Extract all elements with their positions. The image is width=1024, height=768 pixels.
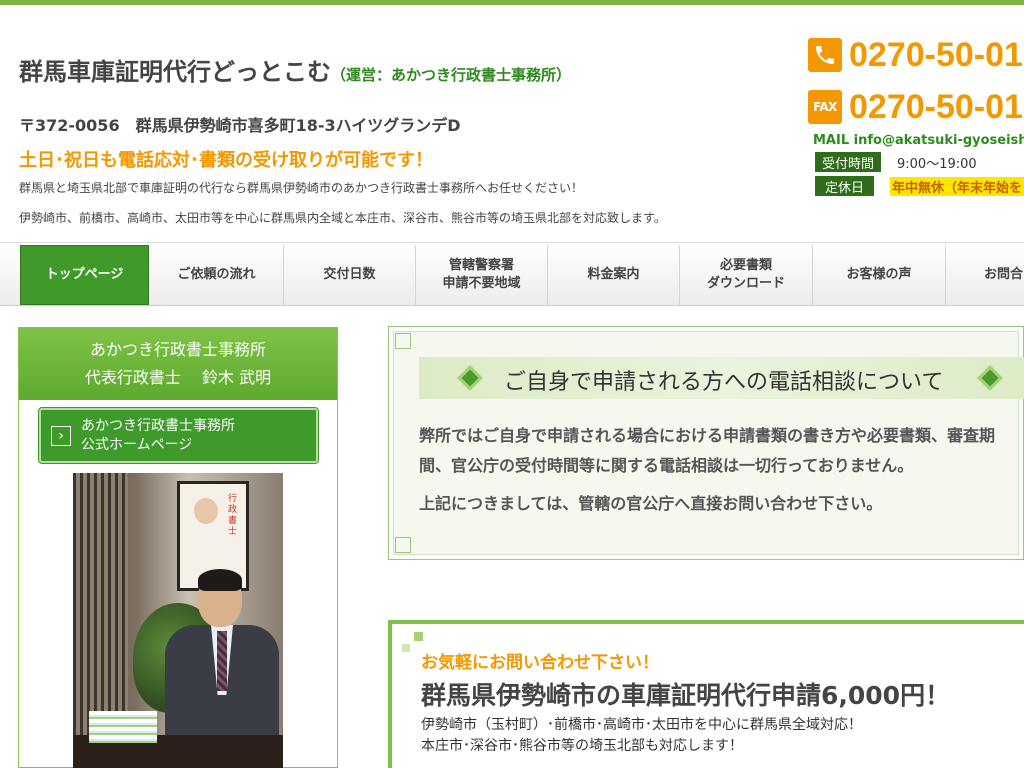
chevron-right-icon: › (51, 425, 71, 446)
hours-row: 受付時間 9:00〜19:00 (815, 152, 1024, 172)
link-line1: あかつき行政書士事務所 (81, 417, 235, 434)
promo-lead: お気軽にお問い合わせ下さい！ (421, 653, 659, 673)
nav-label: 料金案内 (587, 267, 640, 283)
global-nav: トップページ ご依頼の流れ 交付日数 管轄警察署申請不要地域 料金案内 必要書類… (0, 242, 1024, 306)
holiday-label: 定休日 (815, 176, 874, 196)
poster-face (194, 498, 218, 524)
notice-body-line2: 間、官公庁の受付時間等に関する電話相談は一切行っておりません。 (419, 456, 914, 475)
fax-icon: FAX (808, 90, 842, 124)
promo-area-line2: 本庄市･深谷市･熊谷市等の埼玉北部も対応します！ (421, 738, 743, 754)
link-line2: 公式ホームページ (81, 436, 193, 453)
books (89, 711, 157, 743)
nav-label: ご依頼の流れ (177, 267, 256, 283)
phone-consultation-notice: ご自身で申請される方への電話相談について 弊所ではご自身で申請される場合における… (388, 326, 1024, 560)
nav-police-stations[interactable]: 管轄警察署申請不要地域 (416, 245, 548, 305)
nav-label-line2: ダウンロード (706, 276, 785, 291)
promo-box: お気軽にお問い合わせ下さい！ 群馬県伊勢崎市の車庫証明代行申請6,000円！ 伊… (388, 620, 1024, 768)
nav-label: お客様の声 (846, 267, 912, 283)
notice-title-bar: ご自身で申請される方への電話相談について (419, 357, 1024, 399)
nav-label-line1: 必要書類 (719, 258, 772, 274)
poster-text: 行政書士 (228, 494, 238, 537)
corner-ornament (395, 333, 411, 349)
notice-body-line3: 上記につきましては、管轄の官公庁へ直接お問い合わせ下さい。 (419, 494, 883, 513)
notice-title: ご自身で申請される方への電話相談について (504, 370, 944, 395)
tel-number[interactable]: 0270-50-01 (849, 36, 1023, 75)
holiday-value: 年中無休（年末年始を (889, 176, 1024, 196)
nav-request-flow[interactable]: ご依頼の流れ (150, 245, 284, 305)
nav-documents-download[interactable]: 必要書類ダウンロード (680, 245, 813, 305)
nav-issue-days[interactable]: 交付日数 (284, 245, 416, 305)
nav-testimonials[interactable]: お客様の声 (813, 245, 946, 305)
representative-photo: 行政書士 (73, 473, 283, 768)
contact-panel: 0270-50-01 FAX 0270-50-01 MAIL info@akat… (808, 36, 1024, 196)
nav-label-line2: 申請不要地域 (442, 276, 521, 291)
nav-label: 管轄警察署申請不要地域 (442, 257, 520, 292)
person-hair (198, 569, 242, 591)
nav-contact[interactable]: お問合 (946, 245, 1024, 305)
phone-icon (808, 38, 842, 72)
sidebar-office-name: あかつき行政書士事務所 (89, 340, 266, 359)
promo-title: 群馬県伊勢崎市の車庫証明代行申請6,000円！ (421, 681, 951, 710)
tel-row[interactable]: 0270-50-01 (808, 36, 1024, 74)
nav-label: 交付日数 (323, 267, 376, 283)
diamond-left-icon (457, 365, 483, 391)
mail-link[interactable]: MAIL info@akatsuki-gyoseishos (813, 133, 1024, 148)
nav-label: お問合 (984, 267, 1024, 283)
nav-label-line1: 管轄警察署 (448, 258, 514, 274)
nav-top-page[interactable]: トップページ (20, 245, 149, 305)
official-homepage-button[interactable]: › あかつき行政書士事務所 公式ホームページ (38, 407, 319, 464)
sidebar-header: あかつき行政書士事務所 代表行政書士 鈴木 武明 (19, 328, 337, 400)
nav-label: 必要書類ダウンロード (707, 257, 785, 292)
official-homepage-label: あかつき行政書士事務所 公式ホームページ (81, 417, 235, 455)
top-accent-bar (0, 0, 1024, 5)
catch-copy: 土日･祝日も電話応対･書類の受け取りが可能です！ (19, 150, 433, 171)
nav-pricing[interactable]: 料金案内 (548, 245, 680, 305)
diamond-right-icon (977, 365, 1003, 391)
operator-text: （運営：あかつき行政書士事務所） (331, 66, 572, 84)
sidebar: あかつき行政書士事務所 代表行政書士 鈴木 武明 › あかつき行政書士事務所 公… (18, 327, 338, 768)
holiday-row: 定休日 年中無休（年末年始を (815, 176, 1024, 196)
corner-ornament (395, 537, 411, 553)
sidebar-representative: 代表行政書士 鈴木 武明 (84, 368, 272, 387)
promo-area-line1: 伊勢崎市（玉村町）･前橋市･高崎市･太田市を中心に群馬県全域対応！ (421, 717, 862, 733)
site-title-text: 群馬車庫証明代行どっとこむ (19, 58, 331, 86)
person-tie (217, 631, 227, 691)
notice-body-line1: 弊所ではご自身で申請される場合における申請書類の書き方や必要書類、審査期 (419, 426, 996, 445)
hours-label: 受付時間 (815, 152, 881, 172)
fax-row: FAX 0270-50-01 (808, 88, 1024, 126)
description-1: 群馬県と埼玉県北部で車庫証明の代行なら群馬県伊勢崎市のあかつき行政書士事務所へお… (19, 181, 584, 195)
fax-number: 0270-50-01 (849, 87, 1023, 126)
description-2: 伊勢崎市、前橋市、高崎市、太田市等を中心に群馬県内全域と本庄市、深谷市、熊谷市等… (19, 211, 666, 225)
nav-label: トップページ (45, 267, 124, 283)
hours-value: 9:00〜19:00 (897, 156, 977, 172)
address: 〒372-0056 群馬県伊勢崎市喜多町18-3ハイツグランデD (19, 116, 461, 135)
site-title[interactable]: 群馬車庫証明代行どっとこむ（運営：あかつき行政書士事務所） (19, 52, 571, 87)
